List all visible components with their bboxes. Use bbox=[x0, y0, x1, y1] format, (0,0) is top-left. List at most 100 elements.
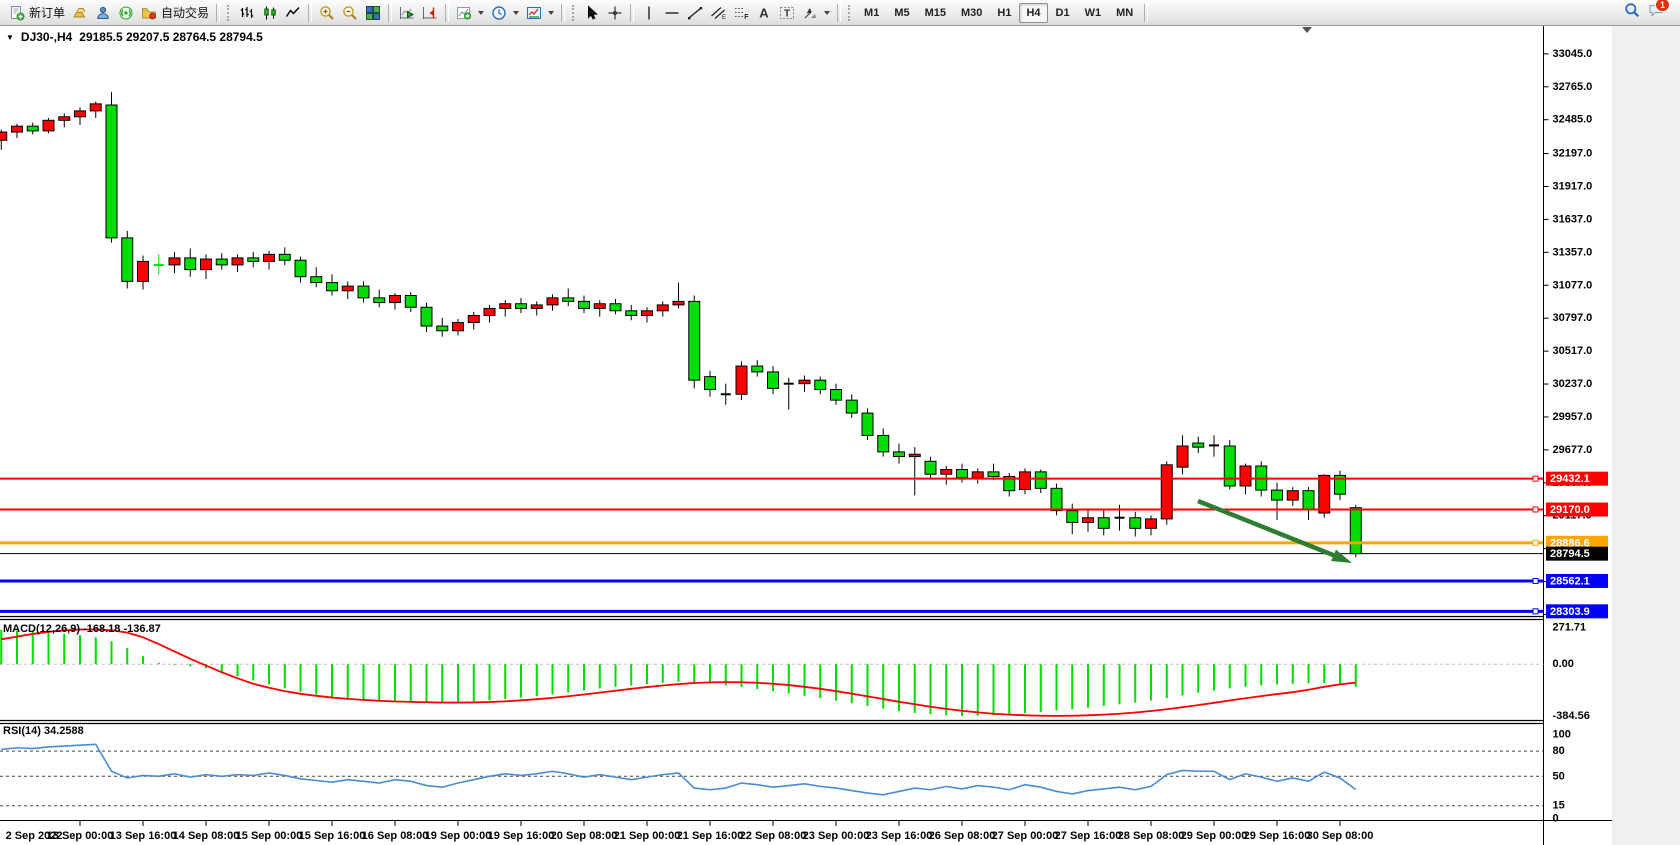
market-watch-button[interactable] bbox=[69, 3, 91, 23]
down-candle bbox=[1193, 443, 1204, 447]
line-handle[interactable] bbox=[1533, 609, 1538, 614]
down-candle bbox=[752, 366, 763, 372]
timeframe-m5-button[interactable]: M5 bbox=[887, 3, 916, 23]
timeframe-w1-button[interactable]: W1 bbox=[1078, 3, 1109, 23]
toolbar-drag-handle[interactable] bbox=[572, 5, 577, 21]
timeframe-h1-button[interactable]: H1 bbox=[990, 3, 1018, 23]
tile-windows-icon bbox=[365, 5, 381, 21]
new-order-button[interactable]: 新订单 bbox=[6, 3, 68, 23]
candlestick-chart-button[interactable] bbox=[259, 3, 281, 23]
down-candle bbox=[1303, 491, 1314, 510]
equidistant-channel-button[interactable]: E bbox=[707, 3, 729, 23]
navigator-button[interactable] bbox=[115, 3, 137, 23]
line-handle[interactable] bbox=[1533, 578, 1538, 583]
down-candle bbox=[831, 390, 842, 401]
zoom-out-icon bbox=[342, 5, 358, 21]
up-candle bbox=[0, 132, 7, 140]
indicators-button[interactable] bbox=[453, 3, 487, 23]
autotrade-icon bbox=[141, 5, 157, 21]
price-tick-label: 30517.0 bbox=[1553, 345, 1593, 357]
toolbar-drag-handle[interactable] bbox=[848, 5, 853, 21]
line-handle[interactable] bbox=[1533, 476, 1538, 481]
data-window-icon bbox=[95, 5, 111, 21]
horizontal-line-button[interactable] bbox=[661, 3, 683, 23]
timeframe-m30-button[interactable]: M30 bbox=[954, 3, 989, 23]
chart-window[interactable]: 33045.032765.032485.032197.031917.031637… bbox=[0, 0, 1680, 845]
templates-button[interactable] bbox=[523, 3, 557, 23]
up-candle bbox=[909, 454, 920, 456]
macd-scale-label: 271.71 bbox=[1553, 622, 1587, 634]
toolbar-drag-handle[interactable] bbox=[227, 5, 232, 21]
price-badge-29432.1: 29432.1 bbox=[1546, 472, 1608, 486]
bar-chart-button[interactable] bbox=[236, 3, 258, 23]
down-candle bbox=[705, 377, 716, 390]
up-candle bbox=[1240, 466, 1251, 486]
down-candle bbox=[1035, 472, 1046, 488]
crosshair-button[interactable] bbox=[604, 3, 626, 23]
zoom-in-icon bbox=[319, 5, 335, 21]
line-handle[interactable] bbox=[1533, 507, 1538, 512]
down-candle bbox=[248, 258, 259, 262]
symbol-info-line: ▼ DJ30-,H4 29185.5 29207.5 28764.5 28794… bbox=[6, 30, 263, 44]
periods-button[interactable] bbox=[488, 3, 522, 23]
vertical-line-button[interactable] bbox=[638, 3, 660, 23]
tile-windows-button[interactable] bbox=[362, 3, 384, 23]
auto-scroll-button[interactable] bbox=[396, 3, 418, 23]
time-tick-label: 23 Sep 16:00 bbox=[866, 830, 933, 842]
timeframe-m15-button[interactable]: M15 bbox=[918, 3, 953, 23]
timeframe-h4-button[interactable]: H4 bbox=[1019, 3, 1047, 23]
time-tick-label: 19 Sep 16:00 bbox=[488, 830, 555, 842]
text-button[interactable]: A bbox=[753, 3, 775, 23]
autotrade-button[interactable]: 自动交易 bbox=[138, 3, 212, 23]
toolbar-separator bbox=[837, 4, 841, 22]
timeframe-m1-button[interactable]: M1 bbox=[857, 3, 886, 23]
symbol-collapse-icon[interactable]: ▼ bbox=[6, 33, 14, 42]
down-candle bbox=[925, 461, 936, 474]
periods-icon bbox=[491, 5, 507, 21]
down-candle bbox=[894, 452, 905, 457]
auto-scroll-icon bbox=[399, 5, 415, 21]
line-chart-icon bbox=[285, 5, 301, 21]
cursor-button[interactable] bbox=[581, 3, 603, 23]
price-tick-label: 31357.0 bbox=[1553, 246, 1593, 258]
up-candle bbox=[1319, 475, 1330, 513]
bar-chart-icon bbox=[239, 5, 255, 21]
symbol-ohlc: 29185.5 29207.5 28764.5 28794.5 bbox=[79, 30, 263, 44]
timeframe-mn-button[interactable]: MN bbox=[1109, 3, 1140, 23]
line-handle[interactable] bbox=[1533, 540, 1538, 545]
toolbar-separator bbox=[1144, 4, 1148, 22]
price-tick-label: 30237.0 bbox=[1553, 378, 1593, 390]
text-label-button[interactable]: T bbox=[776, 3, 798, 23]
timeframe-d1-button[interactable]: D1 bbox=[1049, 3, 1077, 23]
chart-shift-button[interactable] bbox=[419, 3, 441, 23]
toolbar-separator bbox=[630, 4, 634, 22]
search-icon bbox=[1624, 2, 1640, 18]
notifications-button[interactable]: 1 bbox=[1648, 2, 1664, 23]
time-tick-label: 29 Sep 00:00 bbox=[1181, 830, 1248, 842]
up-candle bbox=[43, 120, 54, 131]
time-tick-label: 21 Sep 00:00 bbox=[614, 830, 681, 842]
down-candle bbox=[216, 259, 227, 265]
data-window-button[interactable] bbox=[92, 3, 114, 23]
trendline-button[interactable] bbox=[684, 3, 706, 23]
up-candle bbox=[1287, 491, 1298, 500]
arrows-button[interactable] bbox=[799, 3, 833, 23]
svg-text:F: F bbox=[744, 14, 749, 21]
up-candle bbox=[531, 305, 542, 309]
price-tick-label: 32485.0 bbox=[1553, 114, 1593, 126]
up-candle bbox=[232, 258, 243, 265]
vertical-line-icon bbox=[641, 5, 657, 21]
up-candle bbox=[657, 305, 668, 311]
zoom-in-button[interactable] bbox=[316, 3, 338, 23]
down-candle bbox=[27, 126, 38, 131]
down-candle bbox=[626, 311, 637, 316]
down-candle bbox=[957, 470, 968, 478]
search-button[interactable] bbox=[1624, 2, 1640, 23]
autotrade-button-label: 自动交易 bbox=[161, 4, 209, 21]
macd-scale-label: -384.56 bbox=[1553, 710, 1590, 722]
price-badge-label: 29432.1 bbox=[1550, 473, 1590, 485]
fibonacci-button[interactable]: F bbox=[730, 3, 752, 23]
line-chart-button[interactable] bbox=[282, 3, 304, 23]
zoom-out-button[interactable] bbox=[339, 3, 361, 23]
price-tick-label: 30797.0 bbox=[1553, 312, 1593, 324]
